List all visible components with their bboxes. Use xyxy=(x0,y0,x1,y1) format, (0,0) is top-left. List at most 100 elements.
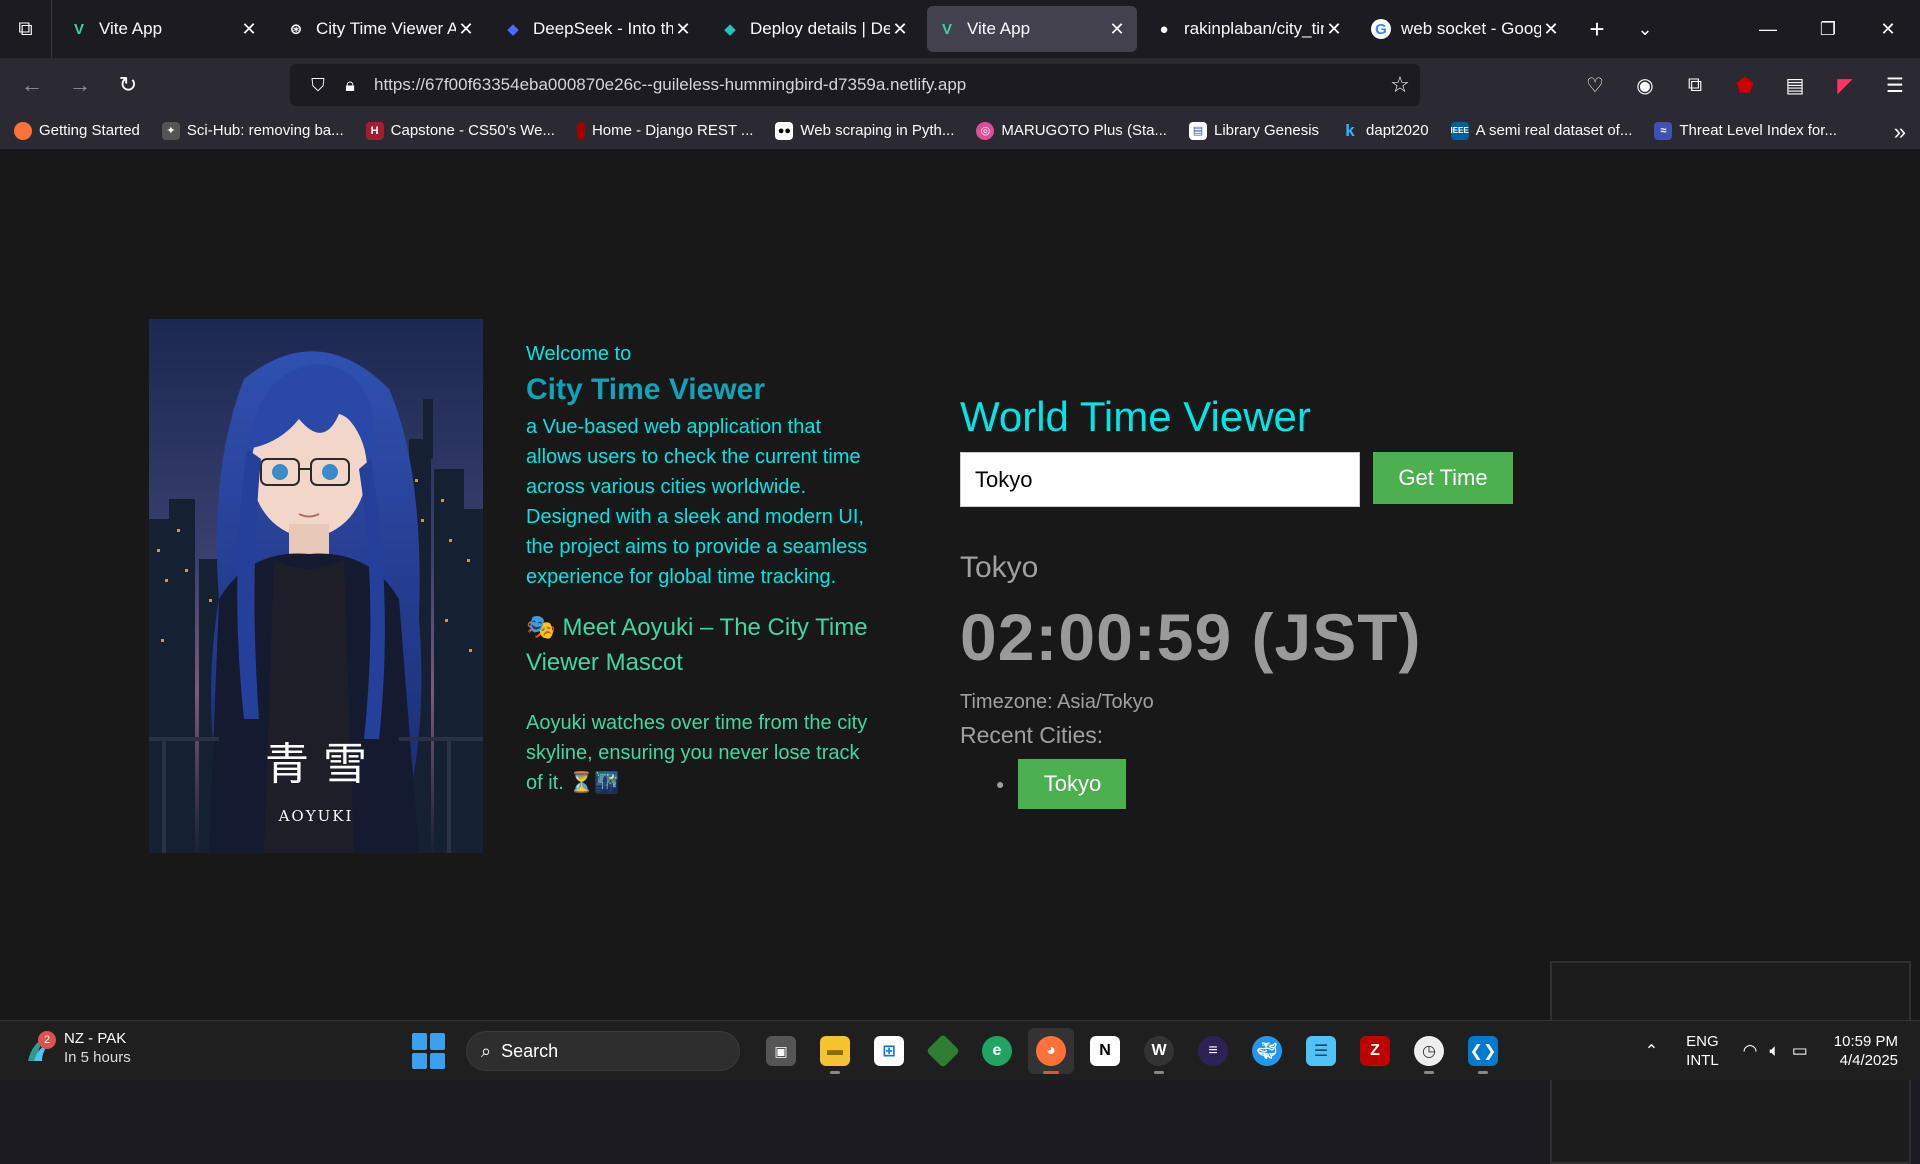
recent-cities-label: Recent Cities: xyxy=(960,722,1104,748)
welcome-text: Welcome to xyxy=(526,343,632,365)
language-indicator[interactable]: ENG INTL xyxy=(1686,1032,1719,1070)
firefox-icon[interactable]: ◕ xyxy=(1028,1028,1074,1074)
close-tab-icon[interactable]: ✕ xyxy=(1541,19,1561,40)
clock-app-icon[interactable]: ◷ xyxy=(1406,1028,1452,1074)
shield-icon[interactable]: ⛉ xyxy=(302,75,334,96)
bookmark-label: A semi real dataset of... xyxy=(1475,122,1633,139)
bookmark-label: Home - Django REST ... xyxy=(591,122,754,139)
clock[interactable]: 10:59 PM 4/4/2025 xyxy=(1834,1032,1898,1070)
tab-list-icon[interactable]: ⧉ xyxy=(0,0,52,58)
bookmark-1[interactable]: ✦ Sci-Hub: removing ba... xyxy=(161,121,344,140)
marugoto-icon: ◎ xyxy=(976,121,995,140)
minimize-icon[interactable]: — xyxy=(1738,0,1798,58)
tab-title: City Time Viewer App xyxy=(316,19,456,38)
search-row: Get Time xyxy=(960,452,1580,507)
bookmark-0[interactable]: Getting Started xyxy=(14,121,140,140)
address-bar[interactable]: ⛉ 🔒︎ https://67f00f63354eba000870e26c--g… xyxy=(290,64,1420,106)
menu-icon[interactable]: ☰ xyxy=(1870,73,1920,98)
result-timezone: Timezone: Asia/Tokyo xyxy=(960,691,1154,713)
close-window-icon[interactable]: ✕ xyxy=(1858,0,1918,58)
tab-title: DeepSeek - Into the Unknown xyxy=(533,19,673,38)
store-icon[interactable]: ⊞ xyxy=(866,1028,912,1074)
world-time-viewer: World Time Viewer Get Time Tokyo 02:00:5… xyxy=(960,390,1580,809)
docker-icon[interactable]: 🐳︎ xyxy=(1244,1028,1290,1074)
city-input[interactable] xyxy=(960,452,1360,507)
extensions-icon[interactable]: ⧉ xyxy=(1670,74,1720,97)
volume-icon[interactable]: 🔈︎ xyxy=(1770,1041,1780,1061)
taskbar-apps: ⌕ Search ▣ ▬ ⊞ e ◕ N W ≡ 🐳︎ ☰ Z ◷ ❮❯ xyxy=(412,1027,1510,1075)
close-tab-icon[interactable]: ✕ xyxy=(456,19,476,40)
lock-icon[interactable]: 🔒︎ xyxy=(334,75,366,96)
tab-4[interactable]: V Vite App ✕ xyxy=(927,6,1137,52)
viewer-heading: World Time Viewer xyxy=(960,393,1311,440)
edge-icon[interactable]: e xyxy=(974,1028,1020,1074)
battery-icon[interactable]: ▭ xyxy=(1792,1041,1808,1061)
back-arrow-icon[interactable]: ← xyxy=(8,65,56,105)
tab-2[interactable]: ◆ DeepSeek - Into the Unknown ✕ xyxy=(493,6,703,52)
chevron-down-icon[interactable]: ⌄ xyxy=(1623,7,1667,51)
bookmark-label: Sci-Hub: removing ba... xyxy=(186,122,344,139)
forward-arrow-icon[interactable]: → xyxy=(56,65,104,105)
firefox-icon xyxy=(14,121,32,140)
system-tray: ⌃ ENG INTL ◠ 🔈︎ ▭ 10:59 PM 4/4/2025 xyxy=(1645,1021,1920,1081)
bookmark-label: Capstone - CS50's We... xyxy=(390,122,555,139)
recent-city-button[interactable]: Tokyo xyxy=(1018,759,1127,809)
bookmark-3[interactable]: Home - Django REST ... xyxy=(576,121,754,140)
bookmark-9[interactable]: ≈ Threat Level Index for... xyxy=(1654,121,1837,140)
close-tab-icon[interactable]: ✕ xyxy=(890,19,910,40)
tab-6[interactable]: G web socket - Google Search ✕ xyxy=(1361,6,1571,52)
tab-title: Vite App xyxy=(99,19,163,38)
cricket-icon: 2 xyxy=(24,1031,56,1063)
bookmark-8[interactable]: IEEE A semi real dataset of... xyxy=(1451,121,1633,140)
tab-0[interactable]: V Vite App ✕ xyxy=(59,6,269,52)
git-icon[interactable] xyxy=(920,1028,966,1074)
filezilla-icon[interactable]: Z xyxy=(1352,1028,1398,1074)
bookmark-label: Threat Level Index for... xyxy=(1679,122,1837,139)
wamp-icon[interactable]: W xyxy=(1136,1028,1182,1074)
new-tab-icon[interactable]: + xyxy=(1575,7,1619,51)
taskbar: 2 NZ - PAK In 5 hours ⌕ Search ▣ ▬ ⊞ e ◕… xyxy=(0,1020,1920,1080)
close-tab-icon[interactable]: ✕ xyxy=(673,19,693,40)
weather-widget[interactable]: 2 NZ - PAK In 5 hours xyxy=(24,1029,131,1067)
extension-icon[interactable]: ◤ xyxy=(1820,73,1870,98)
harvard-icon: H xyxy=(365,121,384,140)
pocket-icon[interactable]: ♡ xyxy=(1570,73,1620,98)
wifi-icon[interactable]: ◠ xyxy=(1743,1041,1758,1061)
restore-icon[interactable]: ❐ xyxy=(1798,0,1858,58)
taskbar-search[interactable]: ⌕ Search xyxy=(466,1031,740,1071)
mascot-heading: 🎭 Meet Aoyuki – The City Time Viewer Mas… xyxy=(526,614,868,676)
bookmark-4[interactable]: ●● Web scraping in Pyth... xyxy=(775,121,955,140)
mascot-description: Aoyuki watches over time from the city s… xyxy=(526,712,868,794)
chevron-up-icon[interactable]: ⌃ xyxy=(1645,1041,1658,1061)
close-tab-icon[interactable]: ✕ xyxy=(1324,19,1344,40)
bookmark-7[interactable]: k dapt2020 xyxy=(1341,121,1428,140)
get-time-button[interactable]: Get Time xyxy=(1373,452,1513,504)
windows-start-icon[interactable] xyxy=(412,1033,448,1069)
eclipse-icon[interactable]: ≡ xyxy=(1190,1028,1236,1074)
tab-3[interactable]: ◆ Deploy details | Deploys ✕ xyxy=(710,6,920,52)
reload-icon[interactable]: ↻ xyxy=(104,65,152,105)
tab-1[interactable]: ⊛ City Time Viewer App ✕ xyxy=(276,6,486,52)
url-text[interactable]: https://67f00f63354eba000870e26c--guilel… xyxy=(374,75,1380,95)
close-tab-icon[interactable]: ✕ xyxy=(239,19,259,40)
clock-date: 4/4/2025 xyxy=(1839,1052,1898,1069)
file-explorer-icon[interactable]: ▬ xyxy=(812,1028,858,1074)
vite-icon: V xyxy=(73,20,84,38)
notion-icon[interactable]: N xyxy=(1082,1028,1128,1074)
ublock-icon[interactable]: ⬟ xyxy=(1720,73,1770,98)
chevron-right-double-icon[interactable]: » xyxy=(1894,119,1906,145)
keyboard-layout-label: INTL xyxy=(1686,1052,1719,1069)
notepad-icon[interactable]: ☰ xyxy=(1298,1028,1344,1074)
bookmark-label: Web scraping in Pyth... xyxy=(800,122,955,139)
threat-icon: ≈ xyxy=(1654,121,1673,140)
star-icon[interactable]: ☆ xyxy=(1380,72,1420,98)
reader-icon[interactable]: ▤ xyxy=(1770,73,1820,98)
tab-5[interactable]: ● rakinplaban/city_time ✕ xyxy=(1144,6,1354,52)
task-view-icon[interactable]: ▣ xyxy=(758,1028,804,1074)
close-tab-icon[interactable]: ✕ xyxy=(1107,19,1127,40)
bookmark-5[interactable]: ◎ MARUGOTO Plus (Sta... xyxy=(976,121,1167,140)
bookmark-6[interactable]: ▤ Library Genesis xyxy=(1188,121,1319,140)
account-icon[interactable]: ◉ xyxy=(1620,73,1670,98)
bookmark-2[interactable]: H Capstone - CS50's We... xyxy=(365,121,555,140)
vscode-icon[interactable]: ❮❯ xyxy=(1460,1028,1506,1074)
